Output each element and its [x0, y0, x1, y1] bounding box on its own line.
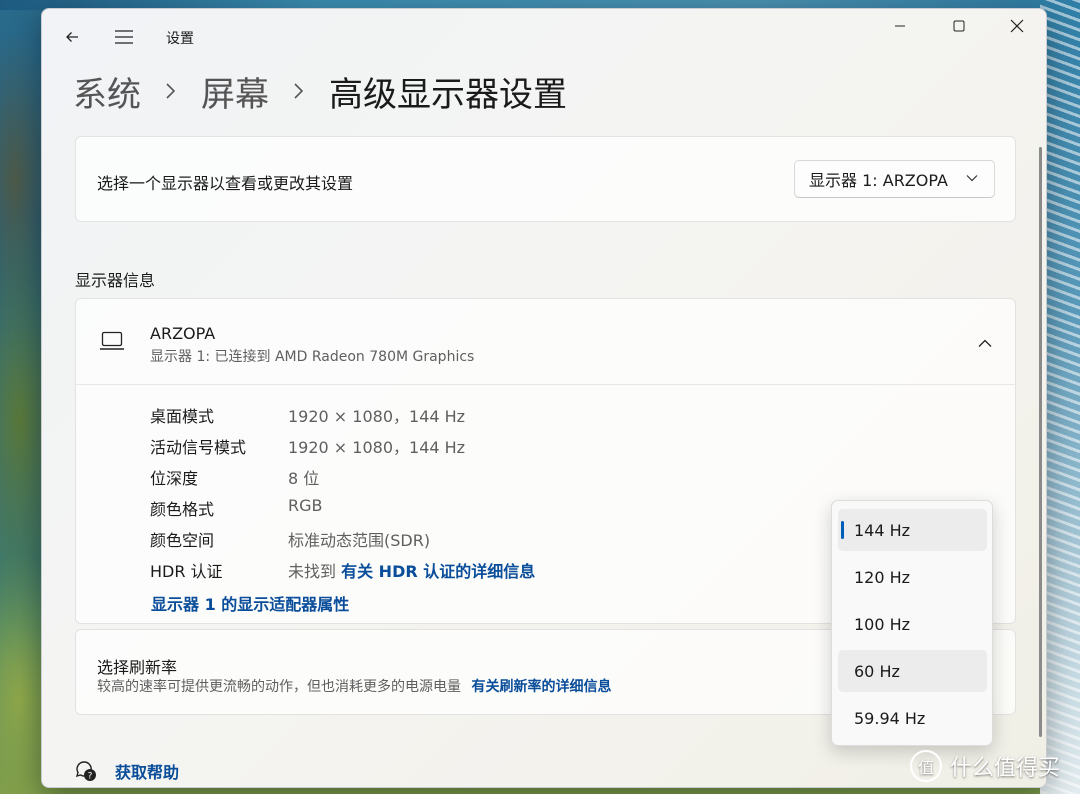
maximize-button[interactable] [930, 9, 988, 43]
selection-indicator [841, 521, 844, 539]
chevron-right-icon [165, 82, 177, 100]
minimize-button[interactable] [871, 9, 929, 43]
display-select-label: 选择一个显示器以查看或更改其设置 [97, 174, 354, 193]
prop-key: 位深度 [150, 469, 199, 488]
back-button[interactable] [56, 23, 88, 51]
prop-value: RGB [288, 496, 323, 515]
svg-text:?: ? [88, 772, 93, 782]
refresh-option-label: 60 Hz [854, 661, 900, 681]
close-icon [1010, 19, 1024, 33]
monitor-name: ARZOPA [150, 324, 216, 343]
title-bar: 设置 [42, 9, 1046, 63]
refresh-rate-description: 较高的速率可提供更流畅的动作，但也消耗更多的电源电量 有关刷新率的详细信息 [97, 676, 611, 696]
refresh-option-60[interactable]: 60 Hz [838, 650, 987, 692]
nav-menu-button[interactable] [108, 23, 140, 51]
refresh-option-label: 100 Hz [854, 614, 911, 634]
refresh-option-label: 59.94 Hz [854, 708, 926, 728]
watermark-logo: 值 [910, 750, 942, 782]
monitor-subtitle: 显示器 1: 已连接到 AMD Radeon 780M Graphics [150, 349, 475, 365]
refresh-rate-flyout: 144 Hz 120 Hz 100 Hz 60 Hz 59.94 Hz [831, 500, 993, 746]
collapse-button[interactable] [969, 327, 1001, 359]
refresh-option-label: 120 Hz [854, 567, 911, 587]
maximize-icon [953, 20, 965, 32]
display-info-header[interactable]: ARZOPA 显示器 1: 已连接到 AMD Radeon 780M Graph… [76, 299, 1015, 385]
prop-key: 颜色空间 [150, 531, 215, 550]
section-title-display-info: 显示器信息 [75, 271, 156, 290]
breadcrumb-system[interactable]: 系统 [73, 67, 141, 116]
refresh-rate-title: 选择刷新率 [97, 658, 178, 677]
prop-value: 1920 × 1080，144 Hz [288, 407, 466, 426]
prop-value: 标准动态范围(SDR) [288, 531, 431, 550]
refresh-rate-info-link[interactable]: 有关刷新率的详细信息 [471, 679, 611, 695]
chevron-up-icon [978, 339, 992, 347]
hdr-status: 未找到 [288, 562, 337, 581]
watermark: 值 什么值得买 [910, 750, 1060, 782]
refresh-rate-desc-text: 较高的速率可提供更流畅的动作，但也消耗更多的电源电量 [97, 679, 461, 695]
adapter-properties-link[interactable]: 显示器 1 的显示适配器属性 [151, 591, 349, 615]
refresh-option-144[interactable]: 144 Hz [838, 509, 987, 551]
chevron-right-icon [293, 82, 305, 100]
prop-key: 桌面模式 [150, 407, 215, 426]
prop-key: 颜色格式 [150, 500, 215, 519]
hamburger-icon [115, 30, 133, 44]
close-button[interactable] [988, 9, 1046, 43]
chevron-down-icon [966, 175, 978, 182]
minimize-icon [895, 25, 905, 27]
scrollbar[interactable] [1039, 147, 1042, 737]
refresh-option-59-94[interactable]: 59.94 Hz [838, 697, 987, 739]
back-arrow-icon [66, 32, 78, 42]
refresh-option-label: 144 Hz [854, 520, 911, 540]
prop-key: HDR 认证 [150, 562, 223, 581]
refresh-option-100[interactable]: 100 Hz [838, 603, 987, 645]
prop-key: 活动信号模式 [150, 438, 247, 457]
app-title: 设置 [166, 31, 194, 47]
breadcrumb-display[interactable]: 屏幕 [201, 67, 269, 116]
prop-value: 未找到 有关 HDR 认证的详细信息 [288, 558, 535, 589]
breadcrumb: 系统 屏幕 高级显示器设置 [73, 67, 567, 115]
laptop-icon [100, 331, 124, 350]
prop-active-signal-mode: 活动信号模式 1920 × 1080，144 Hz [150, 434, 535, 465]
prop-value: 1920 × 1080，144 Hz [288, 438, 466, 457]
prop-desktop-mode: 桌面模式 1920 × 1080，144 Hz [150, 403, 535, 434]
hdr-info-link[interactable]: 有关 HDR 认证的详细信息 [341, 562, 535, 581]
help-chat-icon: ? [75, 761, 96, 782]
display-properties: 桌面模式 1920 × 1080，144 Hz 活动信号模式 1920 × 10… [150, 403, 535, 589]
display-dropdown-value: 显示器 1: ARZOPA [809, 171, 948, 190]
prop-color-format: 颜色格式 RGB [150, 496, 535, 527]
display-dropdown[interactable]: 显示器 1: ARZOPA [794, 160, 995, 198]
get-help[interactable]: ? 获取帮助 [75, 759, 179, 783]
display-select-card: 选择一个显示器以查看或更改其设置 显示器 1: ARZOPA [75, 136, 1016, 222]
prop-bit-depth: 位深度 8 位 [150, 465, 535, 496]
prop-hdr-certification: HDR 认证 未找到 有关 HDR 认证的详细信息 [150, 558, 535, 589]
get-help-label: 获取帮助 [115, 763, 180, 782]
page-title: 高级显示器设置 [329, 74, 567, 115]
refresh-option-120[interactable]: 120 Hz [838, 556, 987, 598]
prop-value: 8 位 [288, 469, 320, 488]
prop-color-space: 颜色空间 标准动态范围(SDR) [150, 527, 535, 558]
watermark-text: 什么值得买 [950, 756, 1061, 781]
